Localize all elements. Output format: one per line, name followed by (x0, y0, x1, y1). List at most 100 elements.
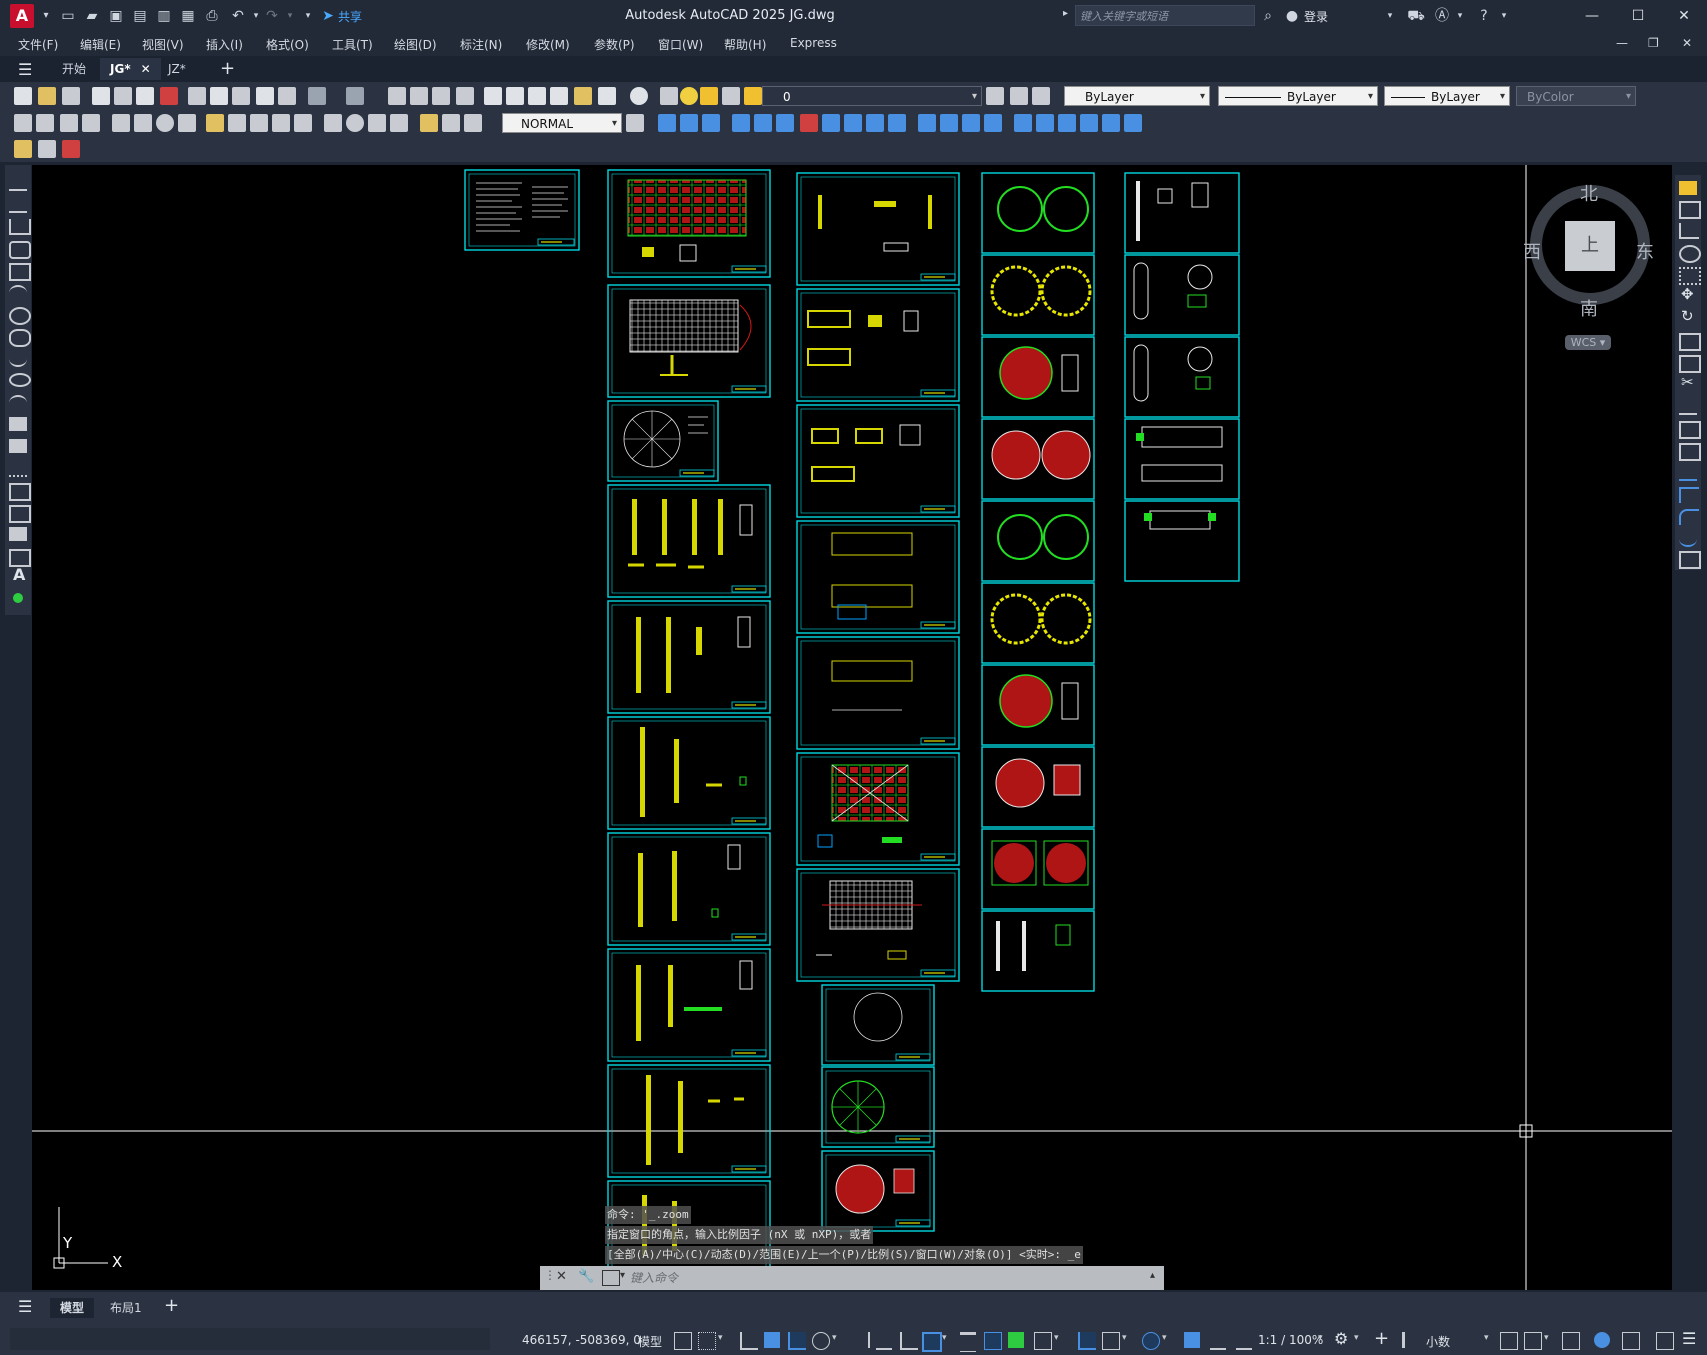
lock-ui-icon[interactable] (1524, 1332, 1542, 1350)
polar-tracking-icon[interactable] (812, 1332, 830, 1350)
search-expand-arrow-icon[interactable]: ▸ (1063, 8, 1068, 19)
modify-rotate-icon[interactable] (776, 114, 794, 132)
dynamic-input-icon[interactable] (764, 1332, 780, 1348)
units-value[interactable]: 小数 (1426, 1333, 1450, 1350)
modify-pedit-icon[interactable] (1102, 114, 1120, 132)
transparency-icon[interactable] (984, 1332, 1002, 1350)
selection-filter-dropdown-icon[interactable]: ▾ (1122, 1333, 1127, 1343)
lineweight-dropdown[interactable]: ByLayer ▾ (1384, 86, 1510, 106)
doc-restore-button[interactable]: ❐ (1648, 36, 1659, 50)
explode-icon[interactable] (1679, 551, 1701, 569)
undo-icon[interactable]: ↶ (228, 6, 248, 26)
compass-north-label[interactable]: 北 (1580, 180, 1598, 206)
plot-preview-icon[interactable] (114, 87, 132, 105)
modify-trim-icon[interactable] (866, 114, 884, 132)
object-snap-icon[interactable] (922, 1332, 942, 1352)
plot-icon[interactable] (92, 87, 110, 105)
doc-minimize-button[interactable]: — (1616, 36, 1628, 50)
polygon-icon[interactable] (9, 241, 31, 259)
workspace-gear-icon[interactable]: ⚙ (1334, 1329, 1348, 1348)
annotation-monitor-plus-icon[interactable]: + (1374, 1328, 1389, 1349)
break-icon[interactable] (1679, 443, 1701, 461)
new-file-icon[interactable]: ▭ (58, 6, 78, 26)
menu-format[interactable]: 格式(O) (266, 36, 309, 53)
save-as-icon[interactable]: ▤ (130, 6, 150, 26)
help-search-input[interactable]: 键入关键字或短语 (1075, 5, 1255, 26)
polar-dropdown-icon[interactable]: ▾ (832, 1333, 837, 1343)
modify-scale-icon[interactable] (822, 114, 840, 132)
calculator-icon[interactable] (598, 87, 616, 105)
search-icon[interactable]: ⌕ (1258, 6, 1278, 26)
polyline-icon[interactable] (9, 219, 31, 235)
save-icon[interactable]: ▣ (106, 6, 126, 26)
revision-cloud-icon[interactable] (9, 329, 31, 347)
rotate-icon[interactable]: ↻ (1681, 307, 1694, 325)
menu-tools[interactable]: 工具(T) (332, 36, 373, 53)
menu-edit[interactable]: 编辑(E) (80, 36, 121, 53)
layer-viewport-icon[interactable] (722, 87, 740, 105)
qnew-icon[interactable] (14, 87, 32, 105)
doc-close-button[interactable]: ✕ (1682, 36, 1692, 50)
graphics-performance-icon[interactable] (1594, 1332, 1610, 1348)
sign-in-button[interactable]: 登录 (1304, 8, 1328, 25)
trim-scissors-icon[interactable]: ✂ (1681, 373, 1694, 391)
redo-icon[interactable]: ↷ (262, 6, 282, 26)
layer-dropdown[interactable]: 0 ▾ (762, 86, 982, 106)
line-icon[interactable] (9, 175, 27, 191)
construction-line-icon[interactable] (9, 197, 27, 213)
zoom-window-icon[interactable] (432, 87, 450, 105)
grid-icon[interactable] (674, 1332, 692, 1350)
compass-west-label[interactable]: 西 (1523, 238, 1541, 264)
block-editor-icon[interactable] (278, 87, 296, 105)
sign-in-dropdown-icon[interactable]: ▾ (1380, 6, 1400, 26)
lineweight-icon[interactable] (960, 1332, 976, 1352)
menu-draw[interactable]: 绘图(D) (394, 36, 437, 53)
compass-east-label[interactable]: 东 (1636, 238, 1654, 264)
modify-erase-icon[interactable] (800, 114, 818, 132)
ellipse-arc-icon[interactable] (9, 395, 27, 411)
quick-dim-icon[interactable] (206, 114, 224, 132)
jogged-linear-icon[interactable] (390, 114, 408, 132)
layer-sun-icon[interactable] (700, 87, 718, 105)
app-menu-chevron-icon[interactable]: ▾ (36, 6, 56, 26)
menu-insert[interactable]: 插入(I) (206, 36, 243, 53)
fillet-icon[interactable] (1679, 509, 1699, 525)
plot-icon[interactable]: ⎙ (202, 6, 222, 26)
point-icon[interactable] (9, 461, 27, 477)
undo-icon[interactable] (308, 87, 326, 105)
dim-break-icon[interactable] (294, 114, 312, 132)
close-command-line-icon[interactable]: ✕ (556, 1269, 567, 1284)
insert-block-icon[interactable] (9, 417, 27, 431)
menu-view[interactable]: 视图(V) (142, 36, 184, 53)
object-snap-dropdown-icon[interactable]: ▾ (942, 1333, 947, 1343)
gizmo-icon[interactable] (1142, 1332, 1160, 1350)
a360-dropdown-icon[interactable]: ▾ (1450, 6, 1470, 26)
modify-fillet-icon[interactable] (984, 114, 1002, 132)
full-screen-icon[interactable] (1656, 1332, 1674, 1350)
modify-blend-icon[interactable] (1080, 114, 1098, 132)
open-folder-icon[interactable]: ▰ (82, 6, 102, 26)
modify-explode-icon[interactable] (1014, 114, 1032, 132)
workspace-dropdown-icon[interactable]: ▾ (1354, 1333, 1359, 1343)
drawing-canvas[interactable]: Y X (32, 165, 1672, 1290)
scale-dropdown-icon[interactable]: ▾ (1318, 1333, 1323, 1343)
ortho-mode-icon[interactable] (788, 1332, 806, 1350)
minimize-window-button[interactable]: — (1574, 4, 1610, 28)
quick-properties-icon[interactable] (1500, 1332, 1518, 1350)
dim-edit-icon[interactable] (420, 114, 438, 132)
layer-lock-icon[interactable] (744, 87, 762, 105)
new-tab-plus-icon[interactable]: + (220, 58, 235, 79)
dim-update-icon[interactable] (464, 114, 482, 132)
maximize-window-button[interactable]: ☐ (1620, 4, 1656, 28)
isolate-objects-icon[interactable] (1562, 1332, 1580, 1350)
modify-offset-icon[interactable] (702, 114, 720, 132)
viewcube-top-face[interactable]: 上 (1565, 221, 1615, 271)
store-cart-icon[interactable]: ⛟ (1406, 6, 1426, 26)
erase-pencil-icon[interactable] (1679, 181, 1697, 195)
copy-icon[interactable] (210, 87, 228, 105)
sheet-set-icon[interactable] (550, 87, 568, 105)
center-mark-icon[interactable] (346, 114, 364, 132)
hatch-icon[interactable] (9, 483, 31, 501)
model-space-toggle[interactable]: 模型 (638, 1333, 662, 1350)
copy-object-icon[interactable] (1679, 201, 1701, 219)
